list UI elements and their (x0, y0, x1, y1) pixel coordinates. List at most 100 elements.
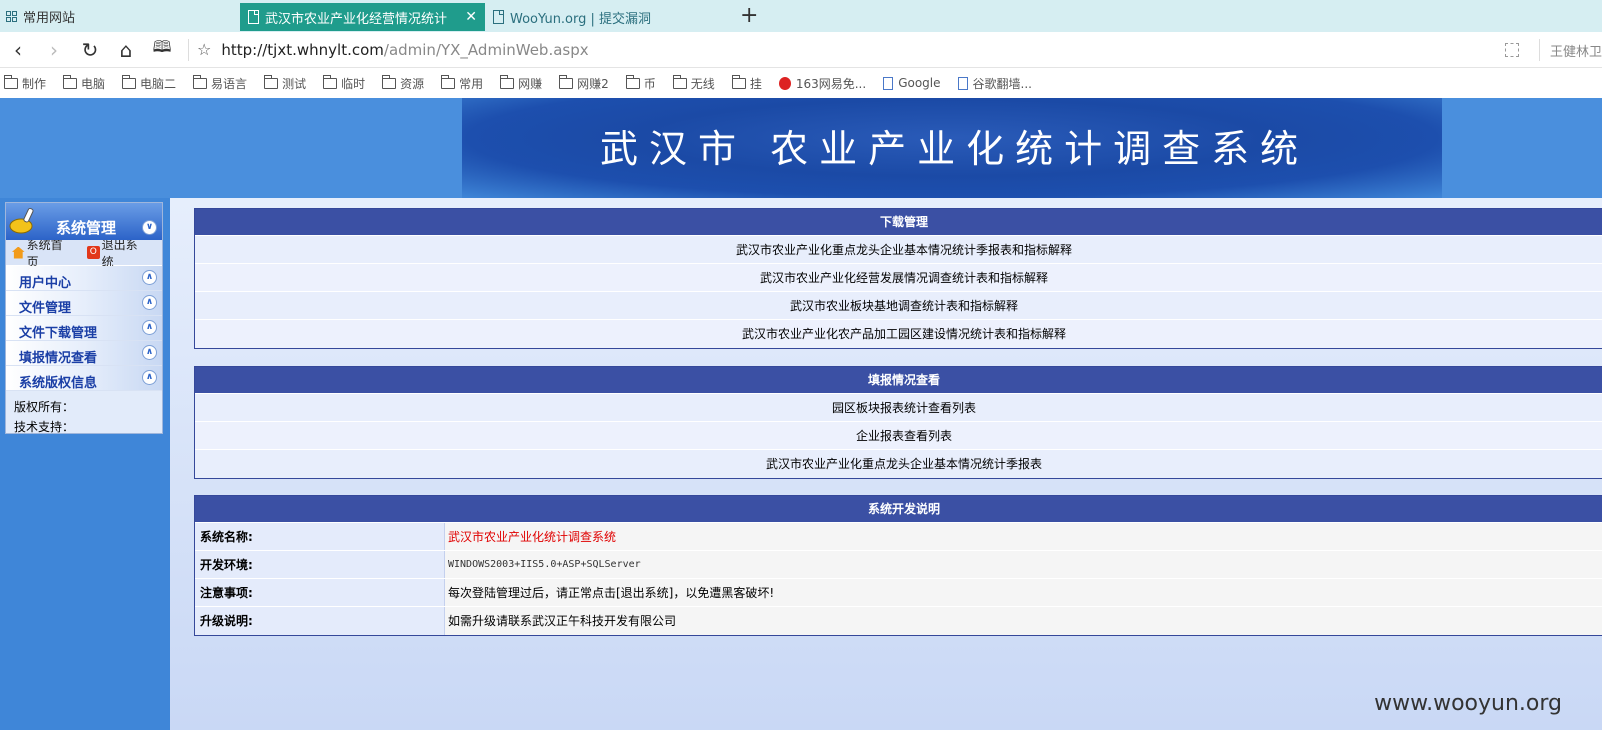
close-tab-icon[interactable]: ✕ (465, 9, 477, 25)
bookmark-item[interactable]: 制作 (4, 74, 46, 92)
sidebar-item-label: 用户中心 (19, 276, 72, 291)
divider (188, 38, 189, 61)
page-icon (957, 76, 968, 90)
reload-icon[interactable]: ↻ (72, 38, 108, 62)
info-value: 武汉市农业产业化统计调查系统 (445, 523, 1602, 550)
download-link[interactable]: 武汉市农业产业化重点龙头企业基本情况统计季报表和指标解释 (195, 236, 1602, 264)
main-content: 下载管理 武汉市农业产业化重点龙头企业基本情况统计季报表和指标解释 武汉市农业产… (170, 198, 1602, 730)
chevron-down-icon[interactable]: ∨ (142, 220, 157, 235)
chevron-up-icon[interactable]: ∧ (142, 270, 157, 285)
reader-icon[interactable]: 🕮 (144, 36, 180, 63)
user-name[interactable]: 王健林卫 (1550, 41, 1602, 60)
sidebar-footer: 版权所有： 技术支持： (6, 391, 162, 437)
page-icon (493, 10, 504, 24)
bookmark-item[interactable]: 谷歌翻墙... (957, 75, 1032, 92)
chevron-up-icon[interactable]: ∧ (142, 320, 157, 335)
bookmark-label: 电脑二 (140, 76, 177, 91)
bookmarks-bar: 制作 电脑 电脑二 易语言 测试 临时 资源 常用 网赚 网赚2 币 无线 挂 … (0, 68, 1602, 98)
sidebar-title: 系统管理 (56, 219, 117, 237)
banner: 武汉市 农业产业化统计调查系统 (0, 98, 1602, 198)
tab-wooyun[interactable]: WooYun.org | 提交漏洞 (485, 3, 730, 31)
grid-icon (6, 10, 17, 22)
back-icon[interactable]: ‹ (0, 38, 36, 62)
report-link[interactable]: 园区板块报表统计查看列表 (195, 394, 1602, 422)
bookmark-label: 163网易免... (795, 76, 867, 91)
bookmark-item[interactable]: Google (883, 76, 941, 90)
bookmark-item[interactable]: 网赚 (500, 74, 543, 92)
folder-icon (731, 74, 746, 89)
download-link[interactable]: 武汉市农业板块基地调查统计表和指标解释 (195, 292, 1602, 320)
info-value: 每次登陆管理过后，请正常点击[退出系统]，以免遭黑客破坏! (445, 579, 1602, 606)
download-link[interactable]: 武汉市农业产业化经营发展情况调查统计表和指标解释 (195, 264, 1602, 292)
new-tab-button[interactable]: + (740, 2, 758, 30)
panel-title: 系统开发说明 (195, 496, 1602, 523)
folder-icon (264, 74, 279, 89)
sidebar-item-file-management[interactable]: 文件管理 ∧ (6, 291, 162, 316)
chevron-up-icon[interactable]: ∧ (142, 345, 157, 360)
folder-icon (500, 74, 515, 89)
forward-icon[interactable]: › (36, 38, 72, 62)
report-link[interactable]: 武汉市农业产业化重点龙头企业基本情况统计季报表 (195, 450, 1602, 478)
sidebar-item-report-view[interactable]: 填报情况查看 ∧ (6, 341, 162, 366)
info-label: 开发环境: (195, 551, 445, 578)
panel-title: 填报情况查看 (195, 367, 1602, 394)
folder-icon (625, 74, 640, 89)
info-label: 系统名称: (195, 523, 445, 550)
page-icon (883, 76, 894, 90)
tab-active[interactable]: 武汉市农业产业化经营情况统计 ✕ (240, 3, 485, 31)
tab-label: 武汉市农业产业化经营情况统计 (265, 11, 448, 27)
bookmark-label: 测试 (282, 76, 307, 91)
sidebar-item-label: 文件管理 (19, 301, 72, 316)
bookmark-item[interactable]: 测试 (264, 74, 307, 92)
exit-link-label: 退出系统 (101, 237, 138, 269)
home-icon[interactable]: ⌂ (108, 38, 144, 62)
exit-link[interactable]: O 退出系统 (87, 236, 148, 270)
url-host: http://tjxt.whnylt.com (221, 40, 384, 59)
bookmark-item[interactable]: 网赚2 (559, 74, 609, 92)
tech-support-label: 技术支持： (14, 420, 75, 434)
folder-icon (559, 74, 574, 89)
browser-tabbar: 常用网站 武汉市农业产业化经营情况统计 ✕ WooYun.org | 提交漏洞 … (0, 0, 1602, 32)
sidebar-item-copyright[interactable]: 系统版权信息 ∧ (6, 366, 162, 391)
divider (1538, 39, 1540, 61)
folder-icon (193, 74, 208, 89)
info-value: 如需升级请联系武汉正午科技开发有限公司 (445, 607, 1602, 635)
folder-icon (672, 74, 687, 89)
qrcode-icon[interactable] (1504, 43, 1519, 57)
bookmark-star-icon[interactable]: ☆ (197, 40, 211, 59)
page-title: 武汉市 农业产业化统计调查系统 (600, 127, 1310, 171)
bookmark-item[interactable]: 无线 (672, 74, 715, 92)
bookmark-item[interactable]: 常用 (441, 74, 484, 92)
bookmark-item[interactable]: 资源 (382, 74, 425, 92)
devinfo-panel: 系统开发说明 系统名称: 武汉市农业产业化统计调查系统 开发环境: WINDOW… (194, 495, 1602, 636)
netease-icon (778, 76, 791, 90)
bookmark-item[interactable]: 电脑 (63, 74, 105, 92)
bookmark-item[interactable]: 易语言 (193, 74, 247, 92)
report-link[interactable]: 企业报表查看列表 (195, 422, 1602, 450)
address-bar[interactable]: http://tjxt.whnylt.com/admin/YX_AdminWeb… (221, 41, 588, 59)
info-row: 注意事项: 每次登陆管理过后，请正常点击[退出系统]，以免遭黑客破坏! (195, 579, 1602, 607)
bookmark-item[interactable]: 币 (625, 74, 656, 92)
bookmark-label: 资源 (400, 76, 425, 91)
favorites-button[interactable]: 常用网站 (0, 0, 240, 32)
bookmark-label: 网赚 (518, 76, 543, 91)
info-row: 开发环境: WINDOWS2003+IIS5.0+ASP+SQLServer (195, 551, 1602, 579)
exit-icon: O (87, 246, 100, 259)
bookmark-item[interactable]: 挂 (731, 74, 762, 92)
bookmark-item[interactable]: 临时 (323, 74, 365, 92)
sidebar-item-label: 系统版权信息 (19, 376, 98, 391)
bookmark-label: 常用 (459, 76, 484, 91)
copyright-label: 版权所有： (14, 400, 75, 414)
browser-navbar: ‹ › ↻ ⌂ 🕮 ☆ http://tjxt.whnylt.com/admin… (0, 32, 1602, 68)
bookmark-label: 币 (643, 76, 656, 91)
folder-icon (63, 74, 78, 89)
bookmark-item[interactable]: 电脑二 (122, 74, 177, 92)
chevron-up-icon[interactable]: ∧ (142, 295, 157, 310)
sidebar-item-user-center[interactable]: 用户中心 ∧ (6, 266, 162, 291)
bookmark-item[interactable]: 163网易免... (778, 75, 867, 92)
report-panel: 填报情况查看 园区板块报表统计查看列表 企业报表查看列表 武汉市农业产业化重点龙… (194, 366, 1602, 479)
chevron-up-icon[interactable]: ∧ (142, 370, 157, 385)
home-link[interactable]: 系统首页 (12, 236, 73, 270)
download-link[interactable]: 武汉市农业产业化农产品加工园区建设情况统计表和指标解释 (195, 320, 1602, 348)
sidebar-item-download-management[interactable]: 文件下载管理 ∧ (6, 316, 162, 341)
